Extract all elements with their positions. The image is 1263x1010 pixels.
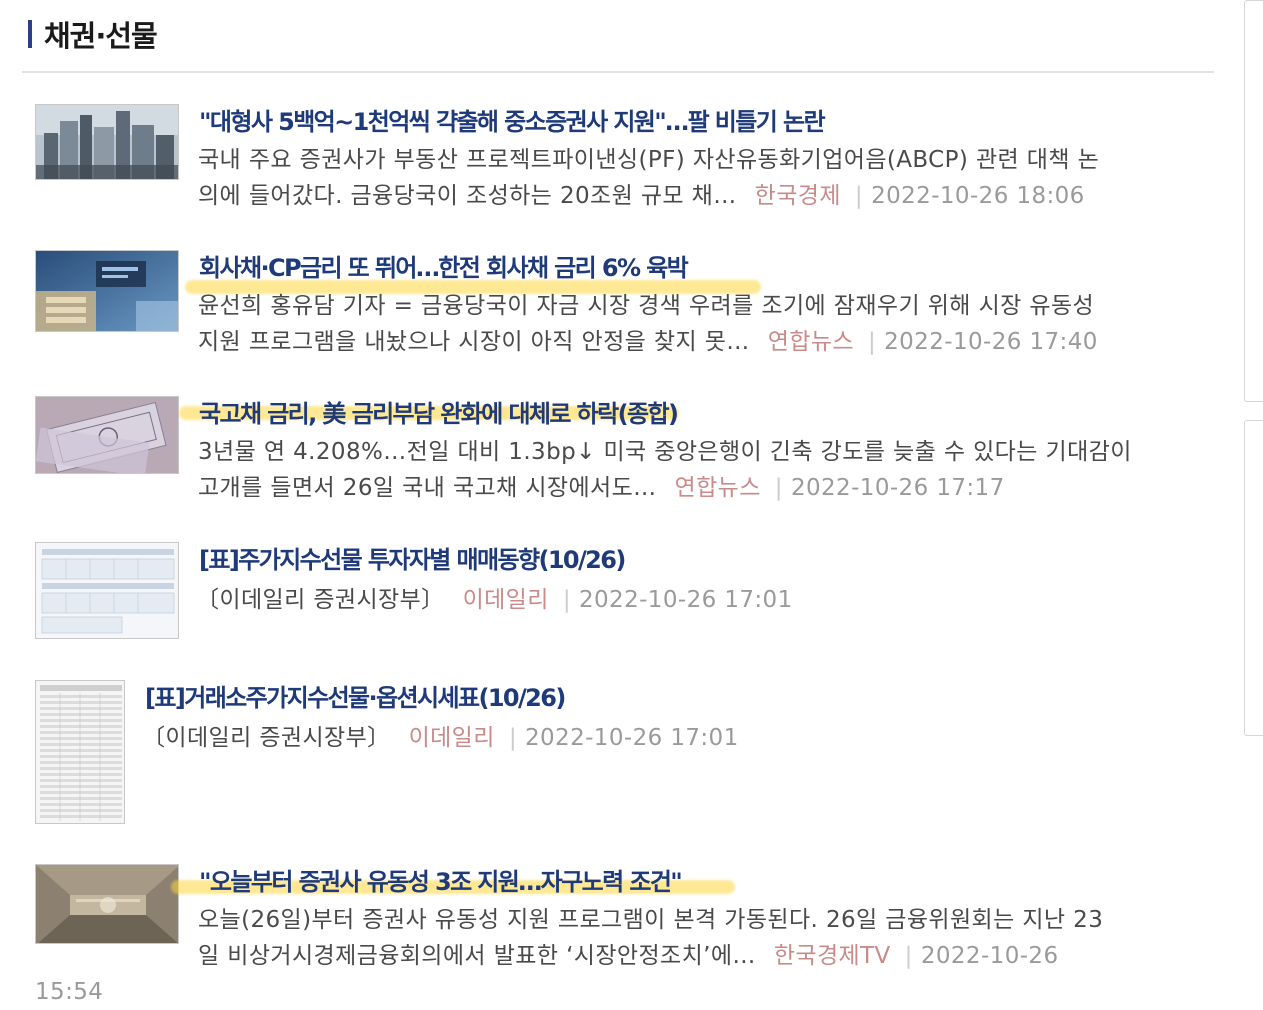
news-item[interactable]: 회사채·CP금리 또 뛰어…한전 회사채 금리 6% 육박 윤선희 홍유담 기자… xyxy=(35,250,1225,360)
article-headline[interactable]: 회사채·CP금리 또 뛰어…한전 회사채 금리 6% 육박 xyxy=(199,248,689,283)
article-headline[interactable]: "오늘부터 증권사 유동성 3조 지원…자구노력 조건" xyxy=(199,862,683,897)
section-title: 채권·선물 xyxy=(44,19,158,53)
summary-line-with-meta: 일 비상거시경제금융회의에서 발표한 ‘시장안정조치’에… 한국경제TV | 2022… xyxy=(198,938,1208,974)
article-thumbnail[interactable] xyxy=(35,104,179,180)
article-date: 2022-10-26 xyxy=(920,943,1059,969)
news-item[interactable]: 국고채 금리, 美 금리부담 완화에 대체로 하락(종합) 3년물 연 4.20… xyxy=(35,396,1225,506)
summary-text: 〔이데일리 증권시장부〕 xyxy=(142,725,391,751)
article-source[interactable]: 연합뉴스 xyxy=(675,475,761,501)
summary-line: 오늘(26일)부터 증권사 유동성 지원 프로그램이 본격 가동된다. 26일 … xyxy=(198,907,1104,933)
article-thumbnail[interactable] xyxy=(35,542,179,639)
summary-text: 지원 프로그램을 내놨으나 시장이 아직 안정을 찾지 못… xyxy=(198,329,750,355)
article-summary: 오늘(26일)부터 증권사 유동성 지원 프로그램이 본격 가동된다. 26일 … xyxy=(198,902,1208,974)
article-summary: 국내 주요 증권사가 부동산 프로젝트파이낸싱(PF) 자산유동화기업어음(AB… xyxy=(198,142,1208,214)
meta-separator: | xyxy=(854,183,864,209)
summary-line-with-meta: 의에 들어갔다. 금융당국이 조성하는 20조원 규모 채… 한국경제 | 2022-… xyxy=(198,178,1208,214)
side-panel-edge xyxy=(1244,0,1263,402)
meta-separator: | xyxy=(904,943,913,969)
article-source[interactable]: 한국경제 xyxy=(755,183,841,209)
article-time-wrapped: 15:54 xyxy=(35,979,104,1005)
meta-separator: | xyxy=(562,587,571,613)
news-item[interactable]: "대형사 5백억~1천억씩 갹출해 중소증권사 지원"…팔 비틀기 논란 국내 … xyxy=(35,104,1225,214)
news-item[interactable]: "오늘부터 증권사 유동성 3조 지원…자구노력 조건" 오늘(26일)부터 증… xyxy=(35,862,1225,1005)
article-source[interactable]: 이데일리 xyxy=(463,587,549,613)
section-accent-bar xyxy=(28,20,32,48)
article-source[interactable]: 한국경제TV xyxy=(774,943,891,969)
article-date: 2022-10-26 17:40 xyxy=(884,329,1098,355)
article-source[interactable]: 연합뉴스 xyxy=(768,329,854,355)
news-item[interactable]: [표]거래소주가지수선물·옵션시세표(10/26) 〔이데일리 증권시장부〕 이데… xyxy=(35,680,1225,826)
summary-line-with-meta: 〔이데일리 증권시장부〕 이데일리 | 2022-10-26 17:01 xyxy=(196,582,1206,618)
meta-separator: | xyxy=(508,725,517,751)
summary-text: 의에 들어갔다. 금융당국이 조성하는 20조원 규모 채… xyxy=(198,183,737,209)
news-item[interactable]: [표]주가지수선물 투자자별 매매동향(10/26) 〔이데일리 증권시장부〕 이… xyxy=(35,542,1225,642)
article-thumbnail[interactable] xyxy=(35,680,125,824)
article-headline[interactable]: [표]주가지수선물 투자자별 매매동향(10/26) xyxy=(199,540,626,575)
article-source[interactable]: 이데일리 xyxy=(409,725,495,751)
article-summary: 〔이데일리 증권시장부〕 이데일리 | 2022-10-26 17:01 xyxy=(142,720,1152,756)
article-date: 2022-10-26 17:01 xyxy=(578,587,793,613)
summary-line-with-meta: 고개를 들면서 26일 국내 국고채 시장에서도… 연합뉴스 | 2022-10-26… xyxy=(198,470,1218,506)
summary-text: 일 비상거시경제금융회의에서 발표한 ‘시장안정조치’에… xyxy=(198,943,756,969)
article-summary: 〔이데일리 증권시장부〕 이데일리 | 2022-10-26 17:01 xyxy=(196,582,1206,618)
section-divider xyxy=(22,71,1214,73)
article-date: 2022-10-26 17:01 xyxy=(524,725,739,751)
article-thumbnail[interactable] xyxy=(35,396,179,474)
article-thumbnail[interactable] xyxy=(35,250,179,332)
meta-separator: | xyxy=(867,329,877,355)
summary-text: 〔이데일리 증권시장부〕 xyxy=(196,587,445,613)
summary-line: 국내 주요 증권사가 부동산 프로젝트파이낸싱(PF) 자산유동화기업어음(AB… xyxy=(198,147,1100,173)
summary-line-with-meta: 지원 프로그램을 내놨으나 시장이 아직 안정을 찾지 못… 연합뉴스 | 2022-… xyxy=(198,324,1208,360)
article-date: 2022-10-26 18:06 xyxy=(871,183,1085,209)
article-headline[interactable]: 국고채 금리, 美 금리부담 완화에 대체로 하락(종합) xyxy=(199,394,679,429)
summary-line: 윤선희 홍유담 기자 = 금융당국이 자금 시장 경색 우려를 조기에 잠재우기… xyxy=(198,293,1095,319)
meta-separator: | xyxy=(774,475,783,501)
side-panel-edge xyxy=(1244,420,1263,736)
article-summary: 윤선희 홍유담 기자 = 금융당국이 자금 시장 경색 우려를 조기에 잠재우기… xyxy=(198,288,1208,360)
article-date: 2022-10-26 17:17 xyxy=(790,475,1005,501)
article-summary: 3년물 연 4.208%…전일 대비 1.3bp↓ 미국 중앙은행이 긴축 강도… xyxy=(198,434,1218,506)
article-headline[interactable]: [표]거래소주가지수선물·옵션시세표(10/26) xyxy=(145,678,566,713)
article-thumbnail[interactable] xyxy=(35,864,179,944)
article-headline[interactable]: "대형사 5백억~1천억씩 갹출해 중소증권사 지원"…팔 비틀기 논란 xyxy=(199,102,826,137)
summary-line-with-meta: 〔이데일리 증권시장부〕 이데일리 | 2022-10-26 17:01 xyxy=(142,720,1152,756)
section-header: 채권·선물 xyxy=(28,16,158,53)
summary-line: 3년물 연 4.208%…전일 대비 1.3bp↓ 미국 중앙은행이 긴축 강도… xyxy=(198,439,1132,465)
summary-text: 고개를 들면서 26일 국내 국고채 시장에서도… xyxy=(198,475,657,501)
